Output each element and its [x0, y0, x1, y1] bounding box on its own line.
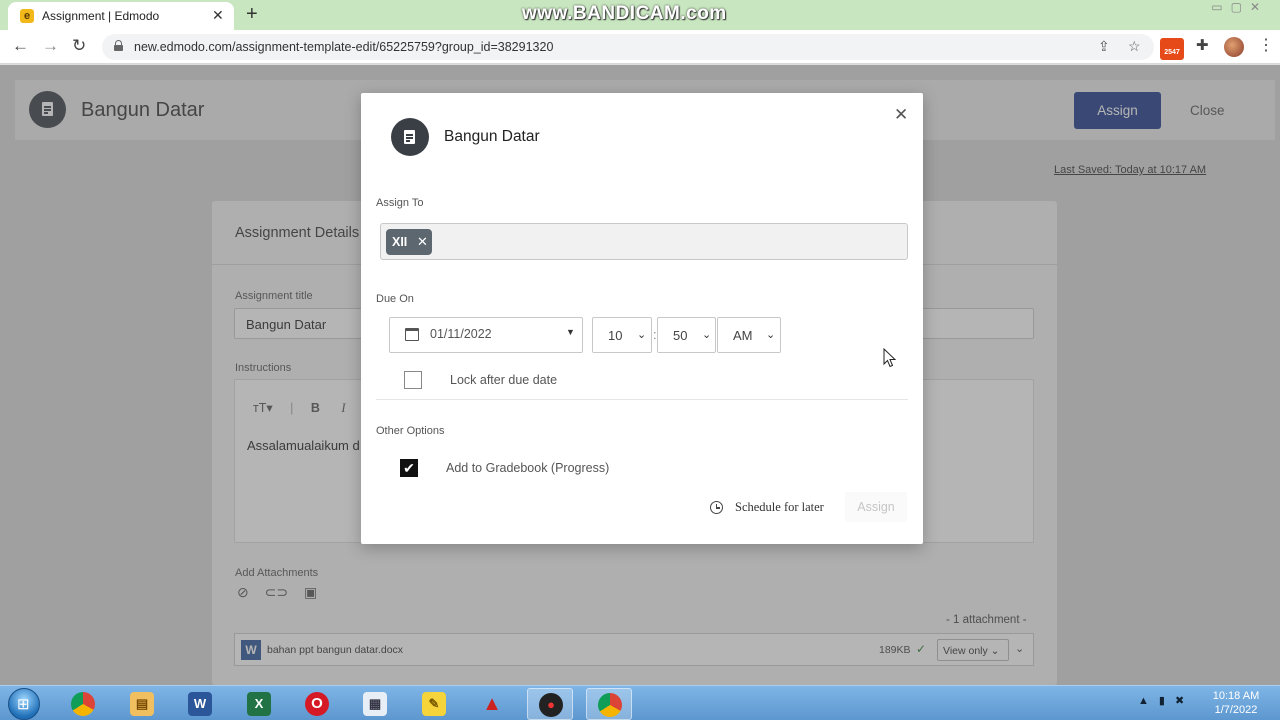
tab-close-icon[interactable]: ✕ — [212, 7, 224, 24]
opera-icon: O — [305, 692, 329, 716]
taskbar-explorer[interactable]: ▤ — [119, 688, 165, 720]
hour-value: 10 — [608, 328, 623, 343]
browser-toolbar: ← → ↻ new.edmodo.com/assignment-template… — [0, 30, 1280, 64]
divider — [376, 399, 908, 400]
extension-icon[interactable]: 2547 — [1160, 38, 1184, 60]
address-bar[interactable]: new.edmodo.com/assignment-template-edit/… — [102, 34, 1154, 60]
checkmark-icon: ✔ — [403, 460, 415, 476]
group-chip: XII ✕ — [386, 229, 432, 255]
minute-select[interactable]: 50 ⌄ — [657, 317, 716, 353]
ampm-value: AM — [733, 328, 753, 343]
chip-remove-icon[interactable]: ✕ — [417, 234, 428, 250]
back-arrow-icon[interactable]: ← — [12, 36, 29, 56]
url-text: new.edmodo.com/assignment-template-edit/… — [134, 40, 554, 54]
tab-title: Assignment | Edmodo — [42, 9, 160, 23]
due-on-label: Due On — [376, 293, 414, 305]
browser-tab-strip: e Assignment | Edmodo ✕ + www.BANDICAM.c… — [0, 0, 1280, 30]
new-tab-icon[interactable]: + — [246, 3, 258, 26]
lock-after-due-label[interactable]: Lock after due date — [450, 373, 557, 387]
group-chip-label: XII — [392, 235, 408, 249]
due-date-picker[interactable]: 01/11/2022 ▼ — [389, 317, 583, 353]
taskbar-sticky-notes[interactable]: ✎ — [411, 688, 457, 720]
start-button[interactable]: ⊞ — [8, 688, 40, 720]
chevron-down-icon: ⌄ — [702, 329, 712, 341]
clock-icon[interactable] — [710, 501, 723, 514]
document-icon — [391, 118, 429, 156]
other-options-label: Other Options — [376, 425, 445, 437]
add-to-gradebook-label[interactable]: Add to Gradebook (Progress) — [446, 461, 609, 475]
taskbar-chrome-active[interactable] — [586, 688, 632, 720]
extension-badge-count: 2547 — [1164, 49, 1180, 56]
system-clock[interactable]: 10:18 AM 1/7/2022 — [1204, 689, 1268, 717]
taskbar-chrome[interactable] — [60, 688, 106, 720]
minute-value: 50 — [673, 328, 688, 343]
folder-icon: ▤ — [130, 692, 154, 716]
caret-down-icon: ▼ — [566, 327, 575, 337]
profile-avatar[interactable] — [1224, 37, 1244, 57]
window-controls[interactable]: ▭▢✕ — [1211, 0, 1268, 14]
clock-date: 1/7/2022 — [1214, 704, 1258, 716]
taskbar-bandicam[interactable]: ● — [527, 688, 573, 720]
chrome-icon — [598, 693, 622, 717]
assign-dialog: Bangun Datar ✕ Assign To XII ✕ Due On 01… — [361, 93, 923, 544]
lock-after-due-checkbox[interactable] — [404, 371, 422, 389]
system-tray[interactable]: ▲▮✖ — [1138, 694, 1194, 707]
dialog-assign-button[interactable]: Assign — [845, 492, 907, 522]
star-icon[interactable]: ☆ — [1128, 38, 1141, 55]
word-icon: W — [188, 692, 212, 716]
puzzle-icon[interactable]: ✚ — [1196, 36, 1209, 54]
share-icon[interactable]: ⇪ — [1098, 38, 1110, 55]
taskbar-word[interactable]: W — [177, 688, 223, 720]
chevron-down-icon: ⌄ — [637, 329, 647, 341]
browser-tab[interactable]: e Assignment | Edmodo ✕ — [8, 2, 234, 30]
chevron-down-icon: ⌄ — [766, 329, 776, 341]
ampm-select[interactable]: AM ⌄ — [717, 317, 781, 353]
taskbar-opera[interactable]: O — [294, 688, 340, 720]
windows-taskbar: ⊞ ▤ W X O ▦ ✎ ▲ ● ▲▮✖ 10:18 AM 1/7/2022 — [0, 685, 1280, 720]
lock-icon — [114, 40, 123, 51]
calculator-icon: ▦ — [363, 692, 387, 716]
dialog-title: Bangun Datar — [444, 128, 540, 145]
calendar-icon — [405, 328, 419, 341]
windows-logo-icon: ⊞ — [17, 696, 30, 713]
assign-to-label: Assign To — [376, 197, 424, 209]
forward-arrow-icon[interactable]: → — [42, 36, 59, 56]
record-icon: ● — [539, 693, 563, 717]
edmodo-favicon-icon: e — [20, 9, 34, 23]
triangle-app-icon: ▲ — [482, 693, 502, 715]
mouse-cursor-icon — [883, 348, 897, 368]
taskbar-calculator[interactable]: ▦ — [352, 688, 398, 720]
close-icon[interactable]: ✕ — [894, 105, 908, 125]
hour-select[interactable]: 10 ⌄ — [592, 317, 652, 353]
clock-time: 10:18 AM — [1212, 690, 1260, 702]
chrome-icon — [71, 692, 95, 716]
excel-icon: X — [247, 692, 271, 716]
schedule-for-later-button[interactable]: Schedule for later — [735, 500, 824, 515]
taskbar-app[interactable]: ▲ — [469, 688, 515, 720]
menu-icon[interactable]: ⋮ — [1258, 35, 1274, 55]
recorder-watermark: www.BANDICAM.com — [522, 3, 727, 24]
assign-to-input[interactable]: XII ✕ — [380, 223, 908, 260]
add-to-gradebook-checkbox[interactable]: ✔ — [400, 459, 418, 477]
due-date-value: 01/11/2022 — [430, 327, 492, 341]
reload-icon[interactable]: ↻ — [72, 36, 86, 56]
sticky-note-icon: ✎ — [422, 692, 446, 716]
taskbar-excel[interactable]: X — [236, 688, 282, 720]
